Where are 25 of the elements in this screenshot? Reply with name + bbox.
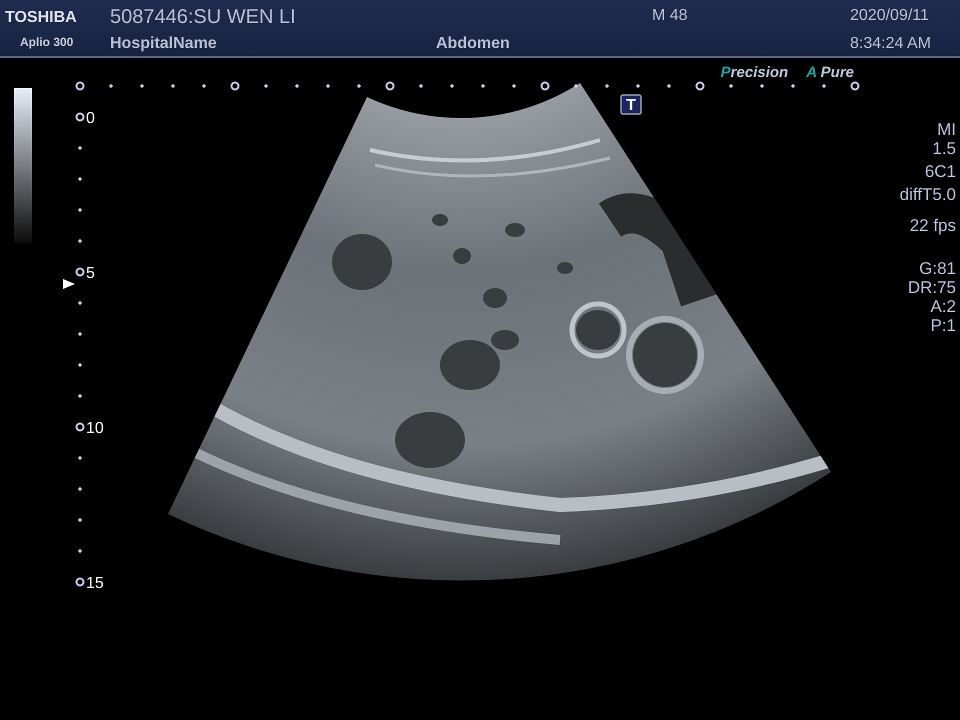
mode-logo: A Pure [806, 63, 854, 83]
scan-parameter: G:81 [919, 259, 956, 278]
device-model: Aplio 300 [19, 34, 74, 51]
depth-label: 15 [86, 575, 104, 592]
scan-parameter: diffT5.0 [900, 185, 956, 204]
exam-type: Abdomen [435, 34, 511, 54]
patient-id-name: 5087446:SU WEN LI [109, 5, 297, 28]
mode-logo: Precision [720, 63, 788, 83]
depth-label: 5 [86, 265, 95, 282]
patient-sex-age: M 48 [651, 6, 689, 26]
probe-orientation-marker: T [620, 94, 642, 115]
scan-parameter: 6C1 [924, 162, 956, 181]
scan-parameter: MI [937, 120, 956, 139]
exam-time: 8:34:24 AM [849, 34, 932, 54]
scan-parameter: 1.5 [932, 139, 956, 158]
focus-marker-icon [63, 279, 75, 289]
scan-parameter: A:2 [930, 297, 956, 316]
exam-date: 2020/09/11 [849, 6, 930, 26]
scan-parameter: 22 fps [910, 216, 956, 235]
depth-label: 0 [86, 110, 95, 127]
depth-label: 10 [86, 420, 104, 437]
hospital-name: HospitalName [109, 34, 218, 54]
brand-logo: TOSHIBA [4, 8, 78, 28]
scan-parameter: DR:75 [908, 278, 956, 297]
scan-parameter: P:1 [930, 316, 956, 335]
